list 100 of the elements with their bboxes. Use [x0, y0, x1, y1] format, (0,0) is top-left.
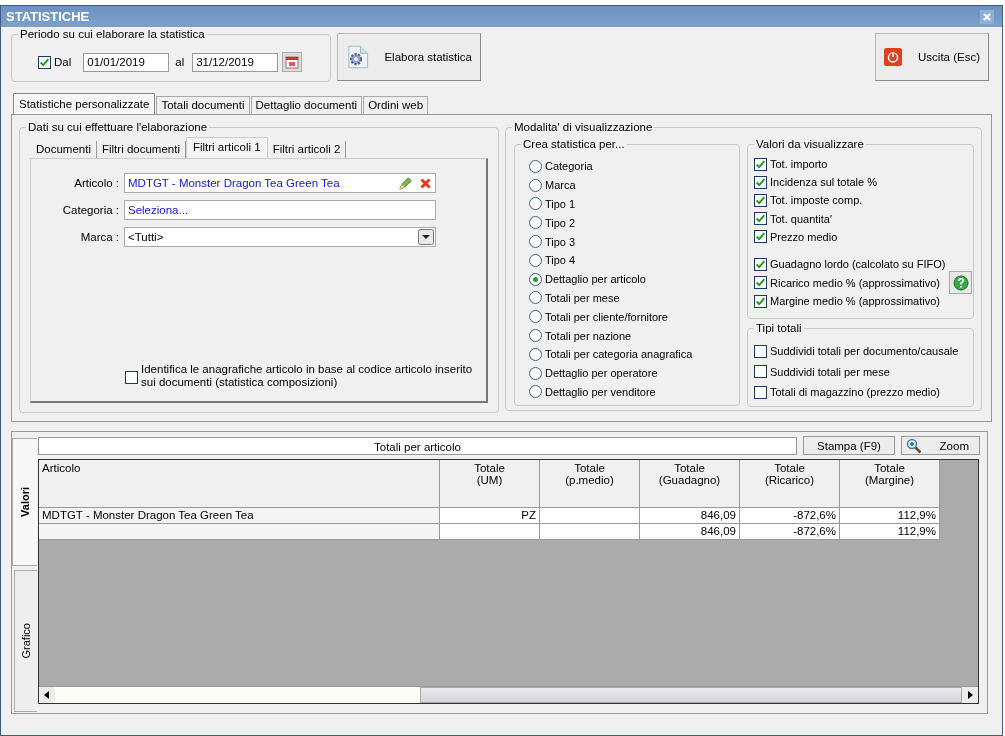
date-field[interactable]: 01/01/2019: [83, 52, 170, 72]
column-header[interactable]: Totale (Ricarico): [740, 460, 840, 508]
group-title: Valori da visualizzare: [754, 137, 866, 151]
tab[interactable]: Statistiche personalizzate: [13, 93, 156, 114]
radio-button[interactable]: [529, 366, 542, 380]
caret-icon: [418, 229, 434, 245]
calendar-icon: [285, 55, 300, 69]
group-title: Periodo su cui elaborare la statistica: [18, 27, 207, 41]
checkbox-label: Tot. imposte comp.: [770, 194, 863, 207]
process-button[interactable]: Elabora statistica: [337, 33, 481, 81]
radio-button[interactable]: [529, 272, 542, 286]
field-label: Articolo :: [73, 177, 120, 189]
tab[interactable]: Filtri articoli 1: [185, 137, 268, 158]
radio-button[interactable]: [529, 159, 542, 173]
radio-button[interactable]: [529, 235, 542, 249]
tab[interactable]: Totali documenti: [156, 96, 250, 114]
zoom-button[interactable]: Zoom: [901, 436, 980, 455]
column-header[interactable]: Articolo: [39, 460, 440, 508]
checkbox[interactable]: [754, 193, 767, 207]
checkbox[interactable]: [754, 294, 767, 308]
checkbox[interactable]: [754, 157, 767, 171]
checkbox-label: Ricarico medio % (approssimativo): [770, 276, 940, 289]
help-button[interactable]: [949, 271, 973, 295]
radio-button[interactable]: [529, 385, 542, 399]
radio-label: Totali per nazione: [545, 329, 632, 342]
radio-label: Tipo 3: [545, 235, 576, 248]
checkbox-label: Identifica le anagrafiche articolo in base al codice articolo inserito sui documenti (statistica composizioni): [141, 363, 474, 389]
side-tab[interactable]: Valori: [12, 438, 37, 566]
radio-label: Dettaglio per venditore: [545, 385, 656, 398]
pencil-icon: [398, 175, 413, 191]
radio-label: Categoria: [545, 160, 593, 173]
radio-label: Totali per categoria anagrafica: [545, 348, 693, 361]
power-icon: [884, 45, 902, 69]
checkbox-label: Prezzo medio: [770, 230, 838, 243]
checkbox[interactable]: [754, 230, 767, 244]
table-cell: 846,09: [640, 524, 740, 540]
radio-button[interactable]: [529, 310, 542, 324]
checkbox[interactable]: [754, 344, 767, 358]
checkbox[interactable]: [754, 257, 767, 271]
help-icon: [953, 274, 969, 291]
horizontal-scrollbar[interactable]: [39, 686, 978, 703]
checkbox[interactable]: [754, 212, 767, 226]
radio-button[interactable]: [529, 216, 542, 230]
checkbox[interactable]: [754, 365, 767, 379]
side-tab[interactable]: Grafico: [14, 570, 37, 712]
radio-label: Tipo 2: [545, 216, 576, 229]
group-title: Tipi totali: [754, 321, 804, 335]
checkbox-label: Guadagno lordo (calcolato su FIFO): [770, 258, 946, 271]
tab[interactable]: Filtri articoli 2: [267, 141, 347, 158]
print-button[interactable]: Stampa (F9): [803, 436, 895, 455]
radio-button[interactable]: [529, 329, 542, 343]
table-title: Totali per articolo: [38, 436, 797, 455]
column-header[interactable]: Totale (Margine): [840, 460, 940, 508]
table-cell: 112,9%: [840, 508, 940, 524]
radio-label: Tipo 1: [545, 198, 576, 210]
radio-button[interactable]: [529, 197, 542, 211]
checkbox-label: Suddividi totali per mese: [770, 365, 890, 378]
date-field[interactable]: 31/12/2019: [192, 52, 279, 72]
table-cell: PZ: [440, 508, 540, 524]
column-header[interactable]: Totale (p.medio): [540, 460, 640, 508]
radio-label: Totali per mese: [545, 291, 620, 304]
window-title: STATISTICHE: [6, 9, 90, 24]
table-cell: -872,6%: [740, 524, 840, 540]
table-cell: -872,6%: [740, 508, 840, 524]
checkbox[interactable]: [754, 385, 767, 399]
checkbox-label: Totali di magazzino (prezzo medio): [770, 386, 940, 399]
radio-button[interactable]: [529, 291, 542, 305]
radio-button[interactable]: [529, 347, 542, 361]
checkbox-label: Tot. quantita': [770, 212, 833, 225]
table-cell: MDTGT - Monster Dragon Tea Green Tea: [39, 508, 440, 524]
tab[interactable]: Dettaglio documenti: [250, 96, 363, 114]
checkbox-label: Tot. importo: [770, 158, 828, 171]
checkbox[interactable]: [38, 55, 51, 69]
tab[interactable]: Documenti: [31, 141, 97, 158]
tab[interactable]: Filtri documenti: [96, 141, 186, 158]
tab[interactable]: Ordini web: [363, 96, 429, 114]
radio-label: Dettaglio per operatore: [545, 367, 658, 380]
column-header[interactable]: Totale (Guadagno): [640, 460, 740, 508]
checkbox-label: Incidenza sul totale %: [770, 176, 877, 189]
checkbox[interactable]: [125, 371, 138, 384]
checkbox[interactable]: [754, 175, 767, 189]
radio-button[interactable]: [529, 178, 542, 192]
magnifier-icon: [906, 437, 922, 454]
table-cell: 846,09: [640, 508, 740, 524]
checkbox[interactable]: [754, 276, 767, 290]
exit-button[interactable]: Uscita (Esc): [875, 33, 989, 81]
column-header[interactable]: Totale (UM): [440, 460, 540, 508]
close-icon: [419, 176, 432, 190]
category-field[interactable]: Seleziona...: [124, 200, 436, 220]
group-title: Crea statistica per...: [521, 137, 627, 151]
radio-button[interactable]: [529, 253, 542, 267]
radio-label: Tipo 4: [545, 254, 576, 267]
dropdown[interactable]: <Tutti>: [124, 227, 436, 247]
checkbox-label: Dal: [54, 56, 72, 68]
field-label: Marca :: [79, 231, 120, 243]
calendar-button[interactable]: [282, 52, 303, 72]
article-field[interactable]: MDTGT - Monster Dragon Tea Green Tea: [124, 173, 436, 193]
scroll-thumb[interactable]: [420, 687, 962, 703]
close-icon[interactable]: [980, 9, 994, 24]
radio-label: Totali per cliente/fornitore: [545, 310, 668, 323]
